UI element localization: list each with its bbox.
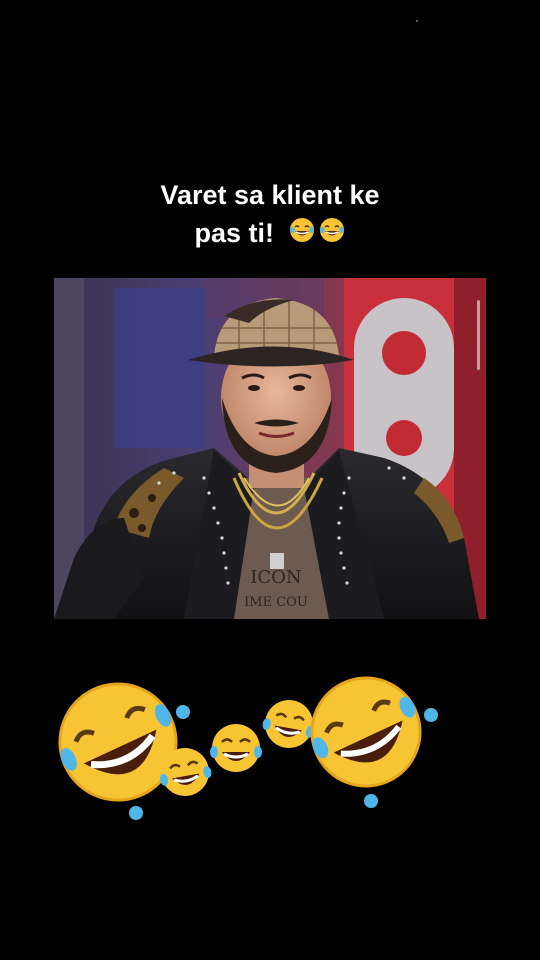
video-frame-image: ICON IME COU: [54, 278, 486, 619]
video-player[interactable]: ICON IME COU: [54, 278, 486, 619]
caption-line-2-text: pas ti!: [194, 218, 274, 248]
rolling-on-floor-laughing-icon: [310, 676, 422, 788]
video-progress-scrollbar: [477, 300, 480, 370]
laughing-emoji-sticker: [0, 660, 540, 840]
face-with-tears-of-joy-icon: [262, 700, 315, 748]
shirt-print-line-1: ICON: [250, 567, 301, 588]
status-dot: [416, 20, 418, 22]
caption-line-1: Varet sa klient ke: [160, 180, 380, 210]
face-with-tears-of-joy-icon: [318, 216, 346, 254]
face-with-tears-of-joy-icon: [288, 216, 316, 254]
shirt-print-line-2: IME COU: [244, 595, 308, 610]
caption-line-2: pas ti!: [0, 214, 540, 254]
face-with-tears-of-joy-icon: [210, 724, 262, 772]
video-caption: Varet sa klient ke pas ti!: [0, 176, 540, 254]
rolling-on-floor-laughing-icon: [58, 682, 178, 802]
